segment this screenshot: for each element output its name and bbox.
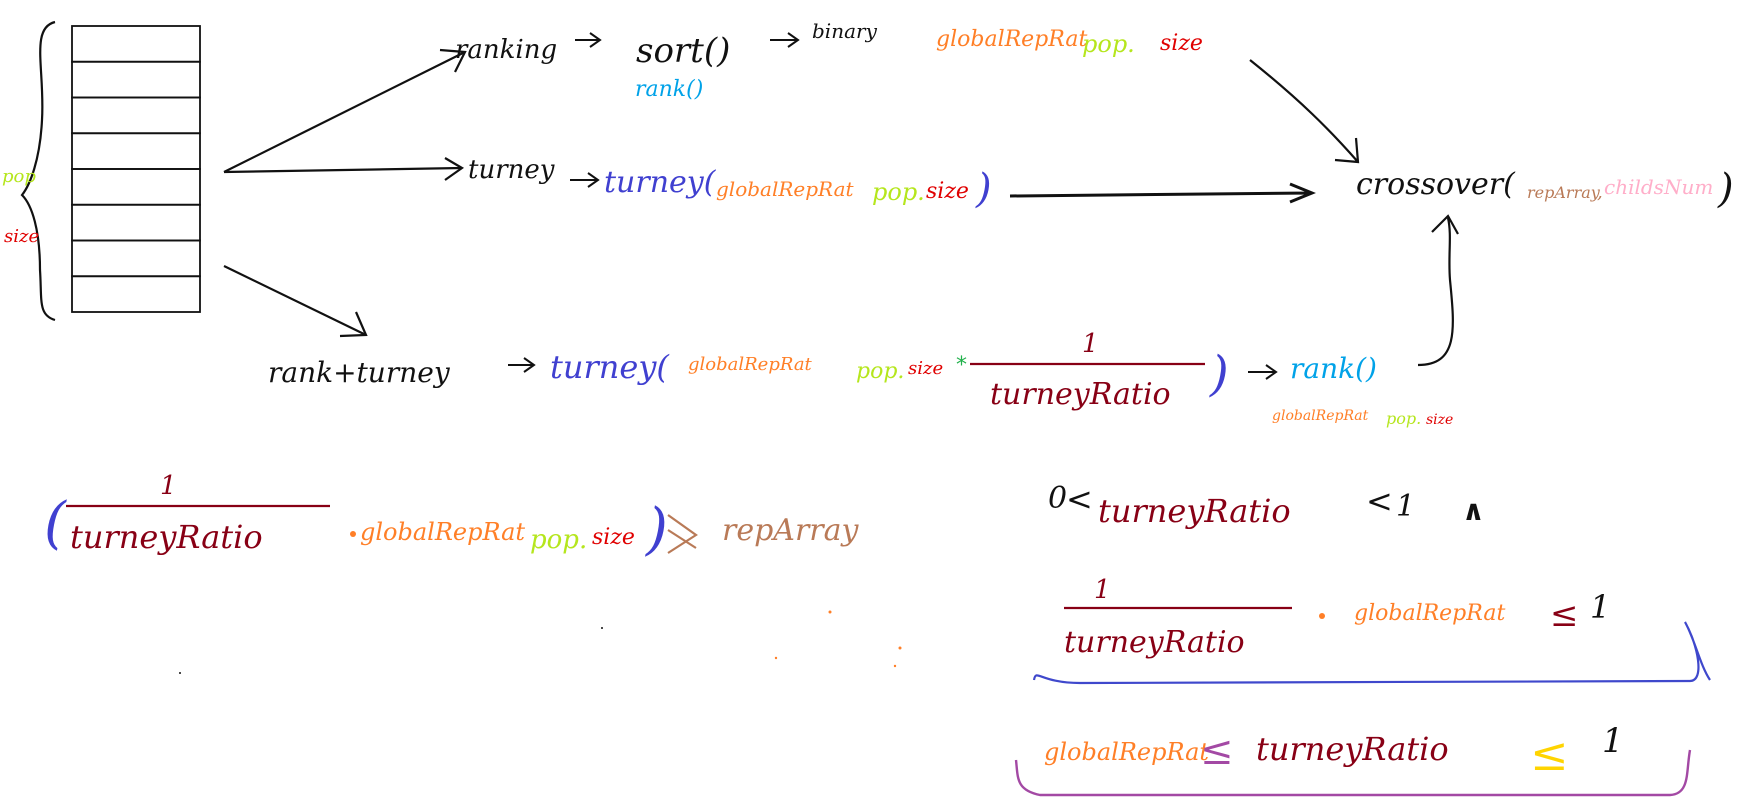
turney-pop: pop. (872, 178, 925, 206)
constraint2-global: globalRepRat (1354, 601, 1505, 626)
constraint1-lt-left: < (1066, 480, 1093, 518)
constraint-final: globalRepRat ≤ turneyRatio ≤ 1 (1014, 721, 1692, 797)
crossover-childsnum: childsNum (1604, 175, 1713, 199)
branch-arrows (223, 48, 467, 338)
constraint-ratio-bounds: 0 < turneyRatio < 1 ∧ (1048, 480, 1485, 530)
constraint3-le-left: ≤ (1200, 728, 1234, 774)
population-cell (71, 203, 201, 242)
formula-pop: pop. (530, 525, 587, 555)
ranking-rank-call: rank() (635, 77, 703, 102)
turney-branch: turney turney( globalRepRat pop. size ) (468, 155, 1316, 212)
stray-dot-1 (828, 610, 832, 614)
rankturney-global: globalRepRat (688, 354, 813, 375)
ranking-to-crossover-arrow (1249, 59, 1360, 164)
formula-numerator: 1 (160, 471, 177, 501)
stray-marks (179, 610, 902, 674)
turney-global: globalRepRat (716, 177, 855, 201)
constraint1-zero: 0 (1048, 481, 1067, 516)
rankturney-to-rank-arrow (1248, 364, 1278, 380)
crossover-node: crossover( repArray , childsNum ) (1249, 59, 1734, 367)
constraint3-rhs: 1 (1602, 721, 1624, 761)
population-label-size: size (4, 226, 39, 247)
constraint2-denominator: turneyRatio (1064, 625, 1245, 660)
constraint3-global: globalRepRat (1044, 738, 1209, 766)
arrow-to-ranking (223, 51, 466, 173)
crossover-reparray: repArray (1527, 183, 1601, 202)
stray-dot-4 (893, 664, 897, 668)
formula-result: repArray (722, 513, 860, 548)
constraint2-dot (1319, 613, 1325, 619)
binary-label: binary (812, 19, 878, 43)
rankturney-sub-size: size (1426, 412, 1453, 428)
constraint2-rhs: 1 (1590, 588, 1610, 626)
turney-label: turney (468, 155, 555, 185)
rankturney-star: * (956, 353, 967, 378)
formula-denominator: turneyRatio (70, 518, 263, 556)
turney-size: size (926, 179, 969, 204)
stray-dot-5 (601, 627, 603, 629)
ranking-label: ranking (455, 35, 557, 65)
rankturney-close: ) (1209, 346, 1229, 402)
rankturney-sub-global: globalRepRat (1272, 408, 1369, 424)
population-cell (71, 25, 201, 63)
population-cell (71, 168, 201, 206)
population-array (71, 25, 201, 313)
turney-arrow (570, 172, 600, 188)
rankturney-label: rank+turney (268, 356, 451, 389)
population-cell (71, 60, 201, 99)
ranking-pop: pop. (1082, 30, 1135, 58)
constraint-global-product: 1 turneyRatio globalRepRat ≤ 1 (1032, 575, 1711, 685)
crossover-call: crossover( (1356, 167, 1516, 202)
crossover-close: ) (1717, 166, 1734, 212)
ranking-arrow-2 (770, 32, 800, 48)
ranking-size: size (1160, 31, 1203, 56)
turney-func: turney( (604, 165, 717, 200)
rankturney-fraction-numerator: 1 (1082, 329, 1099, 359)
population-cell (71, 132, 201, 170)
stray-dot-2 (898, 646, 902, 650)
rankturney-to-crossover-arrow (1417, 214, 1459, 367)
formula-geq-sign (667, 514, 698, 554)
rankturney-sub-pop: pop. (1386, 409, 1421, 428)
formula-global: globalRepRat (360, 518, 525, 546)
stray-dot-3 (774, 656, 778, 660)
formula-open-paren: ( (44, 491, 67, 556)
population-cell (71, 239, 201, 278)
sort-call: sort() (636, 31, 730, 71)
arrow-to-rankturney (223, 265, 367, 336)
constraint3-le-right: ≤ (1530, 727, 1569, 781)
constraint1-one: 1 (1396, 489, 1415, 524)
constraint1-and: ∧ (1462, 494, 1485, 527)
crossover-comma: , (1597, 182, 1603, 203)
ranking-branch: ranking sort() rank() binary globalRepRa… (455, 19, 1203, 102)
ranking-arrow-1 (575, 32, 602, 48)
rankturney-fraction-denominator: turneyRatio (990, 377, 1171, 412)
rankturney-size: size (908, 358, 943, 379)
formula-close-paren: ) (645, 497, 668, 562)
rankturney-branch: rank+turney turney( globalRepRat pop. si… (268, 329, 1453, 428)
population-label-pop: pop (2, 166, 36, 187)
population-cell (71, 275, 201, 313)
arrow-to-turney (223, 166, 463, 174)
ranking-global: globalRepRat (936, 27, 1087, 52)
constraint3-ratio: turneyRatio (1256, 730, 1449, 768)
stray-dot-6 (179, 672, 181, 674)
constraint2-numerator: 1 (1094, 575, 1111, 605)
whiteboard-canvas: pop size ranking sort() rank() binary gl… (2, 19, 1734, 797)
reparray-formula: ( 1 turneyRatio globalRepRat pop. size )… (44, 471, 860, 562)
constraint2-le: ≤ (1550, 595, 1579, 635)
rankturney-arrow (508, 357, 536, 373)
formula-size: size (592, 525, 635, 550)
population-cell (71, 96, 201, 135)
formula-dot (350, 531, 356, 537)
turney-close: ) (975, 166, 992, 212)
constraint1-lt-right: < (1366, 482, 1393, 520)
rankturney-rank-call: rank() (1290, 352, 1377, 385)
rankturney-pop: pop. (856, 359, 904, 384)
turney-to-crossover-arrow (1009, 182, 1316, 204)
rankturney-func: turney( (550, 348, 670, 386)
population-block: pop size (2, 20, 201, 322)
constraint1-ratio: turneyRatio (1098, 492, 1291, 530)
